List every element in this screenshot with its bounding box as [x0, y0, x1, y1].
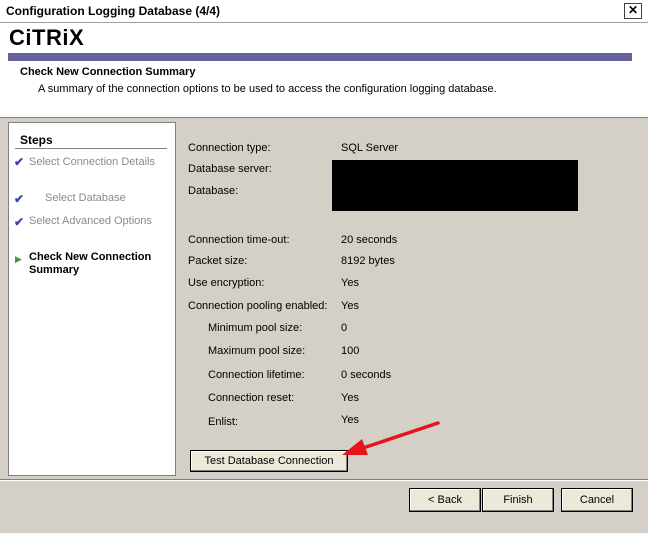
packet-size-label: Packet size:	[188, 255, 248, 267]
page-subtitle: A summary of the connection options to b…	[38, 83, 497, 95]
reset-value: Yes	[341, 392, 359, 404]
connection-type-label: Connection type:	[188, 142, 271, 154]
connection-type-value: SQL Server	[341, 142, 399, 154]
redacted-block	[332, 160, 578, 211]
step-select-connection-details: Select Connection Details	[29, 156, 155, 168]
annotation-arrow-icon	[342, 421, 440, 455]
reset-label: Connection reset:	[208, 392, 295, 404]
steps-divider	[15, 148, 167, 149]
max-pool-value: 100	[341, 345, 360, 357]
encryption-label: Use encryption:	[188, 277, 265, 289]
window-title: Configuration Logging Database (4/4)	[6, 4, 221, 18]
database-server-label: Database server:	[188, 163, 272, 175]
wizard-header: CiTRiX Check New Connection Summary A su…	[0, 23, 648, 118]
lifetime-value: 0 seconds	[341, 369, 392, 381]
database-label: Database:	[188, 185, 239, 197]
encryption-value: Yes	[341, 277, 359, 289]
check-icon: ✔	[14, 215, 25, 229]
citrix-logo: CiTRiX	[9, 25, 85, 50]
cancel-button[interactable]: Cancel	[561, 488, 633, 512]
finish-button[interactable]: Finish	[482, 488, 554, 512]
lifetime-label: Connection lifetime:	[208, 369, 305, 381]
close-button[interactable]: ✕	[624, 3, 642, 19]
check-icon: ✔	[14, 192, 25, 206]
max-pool-label: Maximum pool size:	[208, 345, 306, 357]
step-select-database: Select Database	[45, 192, 126, 204]
title-bar: Configuration Logging Database (4/4) ✕	[0, 0, 648, 23]
footer-divider	[0, 479, 648, 481]
timeout-value: 20 seconds	[341, 234, 398, 246]
step-select-advanced-options: Select Advanced Options	[29, 215, 152, 227]
check-icon: ✔	[14, 155, 25, 169]
timeout-label: Connection time-out:	[188, 234, 290, 246]
packet-size-value: 8192 bytes	[341, 255, 395, 267]
pooling-value: Yes	[341, 300, 359, 312]
enlist-label: Enlist:	[208, 416, 238, 428]
current-step-arrow-icon: ▶	[15, 254, 22, 264]
step-check-summary: Check New Connection Summary	[29, 251, 152, 276]
steps-panel: Steps ✔ Select Connection Details ✔ Sele…	[8, 122, 176, 476]
page-title: Check New Connection Summary	[20, 66, 196, 78]
back-button[interactable]: < Back	[409, 488, 481, 512]
pooling-label: Connection pooling enabled:	[188, 300, 328, 312]
min-pool-label: Minimum pool size:	[208, 322, 303, 334]
accent-bar	[8, 53, 632, 61]
steps-title: Steps	[20, 133, 53, 147]
min-pool-value: 0	[341, 322, 348, 334]
test-database-connection-button[interactable]: Test Database Connection	[190, 450, 348, 472]
